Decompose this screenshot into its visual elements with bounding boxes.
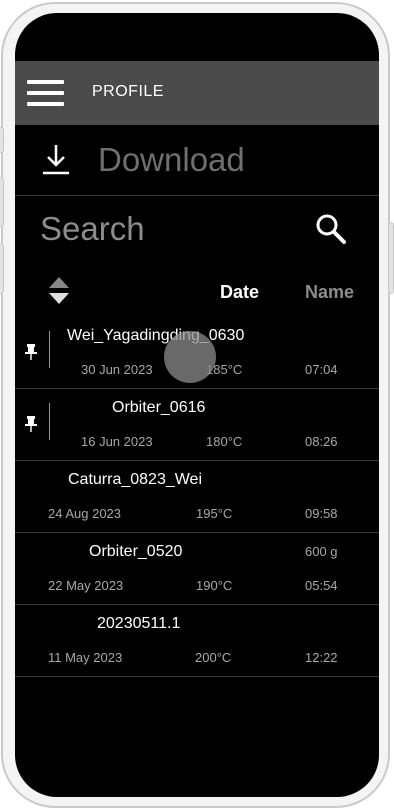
download-icon	[43, 145, 69, 175]
side-button-power	[388, 222, 394, 294]
item-temperature: 190°C	[196, 578, 233, 593]
page-title: PROFILE	[92, 83, 164, 100]
list-item[interactable]: Orbiter_0616 16 Jun 2023 180°C 08:26	[15, 389, 379, 461]
list-item[interactable]: Caturra_0823_Wei 24 Aug 2023 195°C 09:58	[15, 461, 379, 533]
item-weight: 600 g	[305, 544, 338, 559]
sort-icon[interactable]	[47, 276, 71, 306]
side-button-mute	[0, 127, 4, 153]
item-temperature: 180°C	[206, 434, 243, 449]
side-button-volume-up	[0, 177, 4, 227]
list-item[interactable]: 20230511.1 11 May 2023 200°C 12:22	[15, 605, 379, 677]
pin-divider	[49, 403, 50, 440]
item-time: 07:04	[305, 362, 338, 377]
item-date: 11 May 2023	[48, 650, 123, 665]
item-date: 16 Jun 2023	[81, 434, 153, 449]
phone-screen: PROFILE Download Search Date Name Wei_Ya…	[15, 13, 379, 797]
side-button-volume-down	[0, 244, 4, 294]
item-name: Wei_Yagadingding_0630	[67, 327, 245, 344]
top-bar: PROFILE	[15, 61, 379, 125]
item-date: 22 May 2023	[48, 578, 124, 593]
item-temperature: 195°C	[196, 506, 233, 521]
item-date: 30 Jun 2023	[81, 362, 153, 377]
pin-divider	[49, 331, 50, 368]
pin-icon	[25, 416, 37, 432]
item-temperature: 200°C	[195, 650, 232, 665]
search-icon[interactable]	[315, 213, 347, 245]
item-time: 08:26	[305, 434, 338, 449]
column-header-name[interactable]: Name	[305, 282, 354, 303]
touch-indicator	[164, 331, 216, 383]
item-time: 09:58	[305, 506, 338, 521]
list-item[interactable]: Orbiter_0520 600 g 22 May 2023 190°C 05:…	[15, 533, 379, 605]
item-date: 24 Aug 2023	[48, 506, 122, 521]
download-label: Download	[98, 141, 245, 178]
menu-icon[interactable]	[27, 80, 64, 106]
item-time: 05:54	[305, 578, 338, 593]
item-name: Orbiter_0520	[89, 543, 183, 560]
column-header-date[interactable]: Date	[220, 282, 259, 303]
item-name: 20230511.1	[97, 615, 181, 632]
item-name: Caturra_0823_Wei	[68, 471, 203, 488]
download-button[interactable]: Download	[15, 125, 379, 196]
item-time: 12:22	[305, 650, 338, 665]
pin-icon	[25, 344, 37, 360]
search-label: Search	[40, 210, 145, 247]
item-name: Orbiter_0616	[112, 399, 206, 416]
